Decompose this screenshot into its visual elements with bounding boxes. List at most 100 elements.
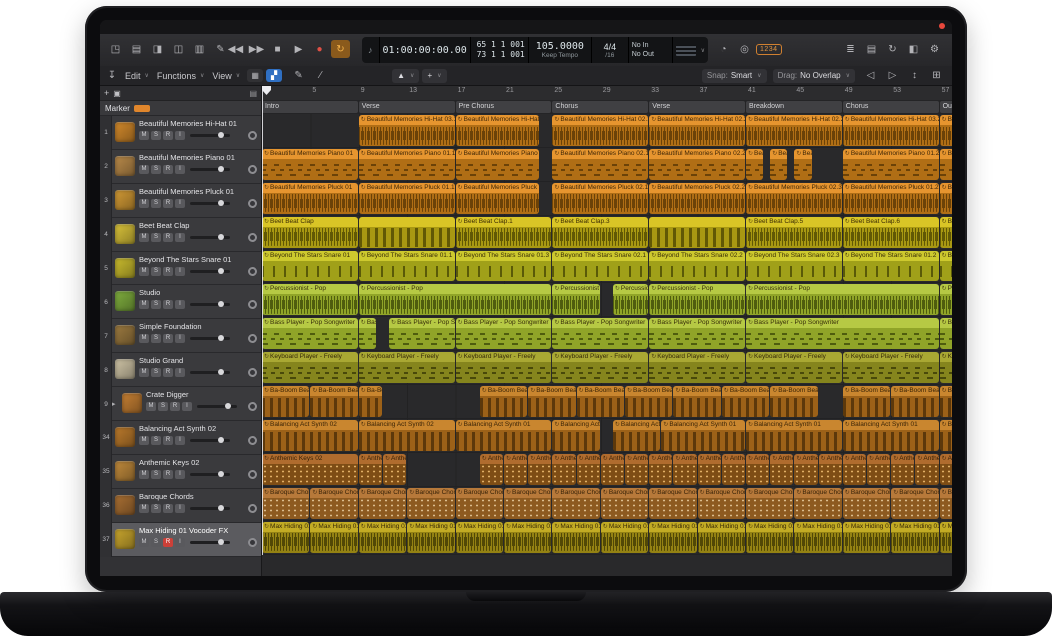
region[interactable]: ↻Balancing Act Synth 01: [940, 420, 952, 451]
region[interactable]: ↻Percussionist - Pop: [649, 284, 745, 315]
line-tool-icon[interactable]: ∕: [311, 67, 330, 85]
track-r-button[interactable]: R: [163, 131, 173, 140]
region[interactable]: ↻Ba-Boom Beat: [528, 386, 575, 417]
play-button[interactable]: ▶: [289, 40, 308, 58]
volume-slider-thumb[interactable]: [218, 132, 224, 138]
region[interactable]: ↻Anthemic Keys 02: [577, 454, 600, 485]
marker-global-track[interactable]: Marker: [100, 101, 261, 116]
region[interactable]: ↻Anthemic Keys 02: [794, 454, 817, 485]
region[interactable]: ↻Beautiful Memories Pluck 02.1: [552, 183, 648, 214]
region[interactable]: ↻Beyond The Stars Snare 01.2: [843, 251, 939, 282]
track-s-button[interactable]: S: [151, 300, 161, 309]
track-r-button[interactable]: R: [163, 504, 173, 513]
region[interactable]: ↻Anthemic Keys 02: [649, 454, 672, 485]
region[interactable]: ↻Balancing Act Synth 02: [359, 420, 455, 451]
lcd-time-display[interactable]: 01:00:00:00.00: [380, 37, 471, 63]
region[interactable]: ↻Percussionist - Pop: [746, 284, 939, 315]
region[interactable]: ↻Beyond The Stars Snare 02.1: [552, 251, 648, 282]
volume-slider[interactable]: [190, 541, 230, 544]
region[interactable]: ↻Beet Beat Clap: [262, 217, 358, 248]
track-s-button[interactable]: S: [151, 334, 161, 343]
region[interactable]: ↻Baroque Chords: [552, 488, 599, 519]
playhead[interactable]: [262, 86, 263, 555]
region[interactable]: ↻Ba-Boom Beat: [310, 386, 357, 417]
duplicate-track-button[interactable]: ▣: [113, 89, 121, 98]
region[interactable]: ↻Max Hiding 01 V: [940, 522, 952, 553]
lcd-display[interactable]: ♪ 01:00:00:00.00 65 1 1 001 73 1 1 001 1…: [362, 37, 708, 63]
region[interactable]: ↻Max Hiding 01 V: [746, 522, 793, 553]
region[interactable]: ↻Max Hiding 01 V: [456, 522, 503, 553]
region[interactable]: ↻Anthemic Keys 02: [746, 454, 769, 485]
volume-slider-thumb[interactable]: [218, 268, 224, 274]
stop-button[interactable]: ■: [268, 40, 287, 58]
track-i-button[interactable]: I: [175, 300, 185, 309]
marker-section[interactable]: Verse: [649, 101, 745, 113]
volume-slider[interactable]: [190, 337, 230, 340]
volume-slider-thumb[interactable]: [218, 539, 224, 545]
pan-knob[interactable]: [248, 233, 257, 242]
catch-playhead-icon[interactable]: ↧: [106, 67, 118, 85]
marker-section[interactable]: Chorus: [843, 101, 939, 113]
track-header-row[interactable]: 4Beet Beat ClapMSRI: [100, 218, 261, 252]
region[interactable]: ↻Beautiful Memories Piano 02.2: [649, 149, 745, 180]
track-r-button[interactable]: R: [163, 368, 173, 377]
region[interactable]: ↻Keyboard Player - Freely: [746, 352, 842, 383]
arrange-lane[interactable]: ↻Balancing Act Synth 02 ↻Balancing Act Sy…: [262, 419, 952, 453]
region[interactable]: ↻Anthemic Keys 02: [262, 454, 358, 485]
arrange-lane[interactable]: ↻Beautiful Memories Pluck 01↻Beautiful M…: [262, 182, 952, 216]
browsers-icon[interactable]: ◧: [904, 40, 923, 58]
track-header-row[interactable]: 8Studio GrandMSRI: [100, 353, 261, 387]
region[interactable]: ↻Max Hiding 01 V: [359, 522, 406, 553]
track-m-button[interactable]: M: [139, 267, 149, 276]
track-i-button[interactable]: I: [175, 368, 185, 377]
track-header-row[interactable]: 1Beautiful Memories Hi-Hat 01MSRI: [100, 116, 261, 150]
track-r-button[interactable]: R: [163, 199, 173, 208]
track-r-button[interactable]: R: [163, 538, 173, 547]
lcd-io-display[interactable]: No In No Out: [629, 37, 673, 63]
track-m-button[interactable]: M: [139, 436, 149, 445]
menu-view[interactable]: View∨: [212, 71, 240, 81]
pan-knob[interactable]: [248, 436, 257, 445]
zoom-fit-icon[interactable]: ⊞: [927, 67, 946, 85]
arrange-lane[interactable]: ↻Beautiful Memories Piano 01↻Beautiful M…: [262, 148, 952, 182]
arrange-lane[interactable]: ↻Anthemic Keys 02↻Anthemic Keys 02↻Anthe…: [262, 453, 952, 487]
region[interactable]: ↻Beautiful Memories Hi-Hat 03.2: [843, 115, 939, 146]
region[interactable]: ↻Anthemic Keys 02: [673, 454, 696, 485]
arrange-lane[interactable]: ↻Max Hiding 01 V↻Max Hiding 01 V↻Max Hid…: [262, 521, 952, 555]
rewind-button[interactable]: ◀◀: [226, 40, 245, 58]
volume-slider-thumb[interactable]: [218, 200, 224, 206]
arrange-lane[interactable]: ↻Beyond The Stars Snare 01↻Beyond The St…: [262, 250, 952, 284]
track-i-button[interactable]: I: [175, 334, 185, 343]
region[interactable]: ↻Percussionist - Pop: [359, 284, 552, 315]
cycle-button[interactable]: ↻: [331, 40, 350, 58]
track-header-row[interactable]: 34Balancing Act Synth 02MSRI: [100, 421, 261, 455]
volume-slider-thumb[interactable]: [218, 369, 224, 375]
track-s-button[interactable]: S: [151, 504, 161, 513]
pan-knob[interactable]: [248, 538, 257, 547]
pan-knob[interactable]: [248, 402, 257, 411]
region[interactable]: ↻Ba-Boom Beat: [770, 386, 817, 417]
region[interactable]: ↻Anthemic Keys 02: [552, 454, 575, 485]
pan-knob[interactable]: [248, 504, 257, 513]
region[interactable]: ↻Ba-Boom Beat: [673, 386, 720, 417]
region[interactable]: ↻Balancing Act Synth 01: [661, 420, 745, 451]
volume-slider[interactable]: [190, 303, 230, 306]
region[interactable]: ↻Bass Player - Pop Songwriter: [940, 318, 952, 349]
pan-knob[interactable]: [248, 368, 257, 377]
marker-section[interactable]: Breakdown: [746, 101, 842, 113]
varispeed-badge[interactable]: 1234: [756, 44, 782, 55]
volume-slider-thumb[interactable]: [218, 437, 224, 443]
region[interactable]: ↻Beet Beat Clap.5: [746, 217, 842, 248]
volume-slider-thumb[interactable]: [218, 301, 224, 307]
region[interactable]: ↻Max Hiding 01 V: [891, 522, 938, 553]
track-s-button[interactable]: S: [151, 199, 161, 208]
track-header-row[interactable]: 36Baroque ChordsMSRI: [100, 489, 261, 523]
region[interactable]: [359, 217, 455, 248]
track-i-button[interactable]: I: [175, 470, 185, 479]
track-m-button[interactable]: M: [139, 165, 149, 174]
region[interactable]: ↻Anthemic Keys 02: [504, 454, 527, 485]
volume-slider[interactable]: [190, 168, 230, 171]
menu-functions[interactable]: Functions∨: [157, 71, 204, 81]
region[interactable]: ↻Bass Player - Pop Songwriter: [746, 318, 939, 349]
region[interactable]: ↻Balancing Act Synth 01: [613, 420, 660, 451]
